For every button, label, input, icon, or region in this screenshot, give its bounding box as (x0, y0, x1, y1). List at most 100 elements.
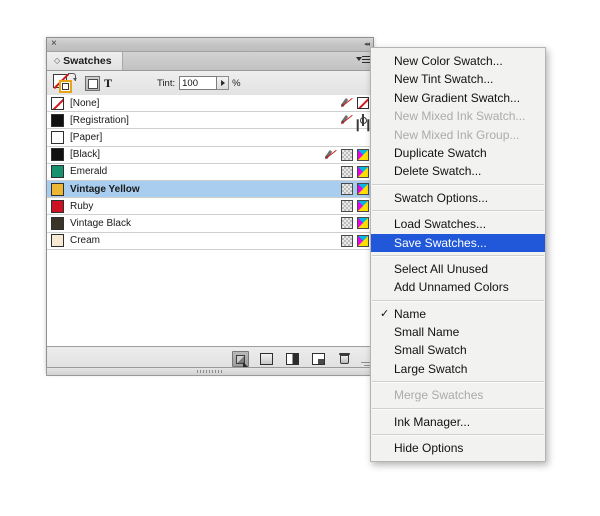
menu-item-label: Add Unnamed Colors (394, 280, 509, 295)
menu-item-label: New Tint Swatch... (394, 72, 494, 87)
menu-item: New Mixed Ink Swatch... (371, 107, 545, 125)
cmyk-color-mode-icon (357, 234, 369, 247)
new-swatch-button[interactable] (310, 351, 327, 367)
close-icon[interactable]: × (51, 38, 57, 50)
menu-item[interactable]: Add Unnamed Colors (371, 278, 545, 296)
swatch-name-label: Vintage Black (70, 217, 131, 229)
menu-item[interactable]: Hide Options (371, 439, 545, 457)
menu-item-label: New Mixed Ink Group... (394, 127, 520, 142)
menu-item[interactable]: Select All Unused (371, 260, 545, 278)
swatch-row-icons (341, 217, 369, 230)
cmyk-color-mode-icon (357, 165, 369, 178)
menu-item[interactable]: Swatch Options... (371, 189, 545, 207)
swatch-name-label: [None] (70, 97, 100, 109)
delete-swatch-button[interactable] (336, 351, 353, 367)
tint-grid-icon (341, 200, 353, 213)
menu-item[interactable]: Small Swatch (371, 341, 545, 359)
menu-item: New Mixed Ink Group... (371, 126, 545, 144)
menu-item-label: Merge Swatches (394, 388, 484, 403)
swatch-color-chip[interactable] (51, 216, 64, 230)
tint-group: Tint: % (157, 76, 241, 90)
swatch-row-icons (341, 182, 369, 195)
tint-label: Tint: (157, 77, 176, 89)
tint-grid-icon (341, 217, 353, 230)
menu-item-label: Name (394, 306, 427, 321)
swatch-color-chip[interactable] (51, 165, 64, 179)
tint-grid-icon (341, 182, 353, 195)
menu-item[interactable]: New Gradient Swatch... (371, 89, 545, 107)
menu-item[interactable]: New Color Swatch... (371, 52, 545, 70)
swatch-name-label: Cream (70, 235, 101, 247)
swatch-row[interactable]: [Registration] (47, 112, 373, 130)
swatch-row[interactable]: Cream (47, 233, 373, 250)
apply-to-container-icon[interactable] (85, 76, 100, 91)
panel-toolbar: T Tint: % (47, 71, 373, 97)
fill-box-icon[interactable] (59, 80, 72, 93)
swatch-color-chip[interactable] (51, 113, 64, 127)
swatch-name-label: Ruby (70, 200, 94, 212)
menu-item[interactable]: Duplicate Swatch (371, 144, 545, 162)
panel-titlebar[interactable]: × ◂◂ (47, 38, 373, 52)
panel-bottom-buttons (232, 351, 353, 367)
menu-item[interactable]: Delete Swatch... (371, 162, 545, 180)
swatch-color-chip[interactable] (51, 234, 64, 248)
tint-input[interactable] (179, 76, 218, 90)
checkmark-icon: ✓ (380, 307, 390, 320)
cmyk-color-mode-icon (357, 148, 369, 161)
menu-item[interactable]: Large Swatch (371, 360, 545, 378)
solid-icon (260, 353, 273, 365)
swatch-name-label: [Paper] (70, 131, 103, 143)
swatch-row-icons (341, 200, 369, 213)
tint-grid-icon (341, 148, 353, 161)
panel-menu-icon[interactable] (356, 55, 370, 67)
cmyk-color-mode-icon (357, 217, 369, 230)
swatch-row[interactable]: Vintage Black (47, 215, 373, 233)
new-icon (312, 353, 325, 365)
tab-swatches[interactable]: ◇ Swatches (47, 52, 123, 70)
panel-drag-strip[interactable] (46, 367, 374, 376)
swatch-color-chip[interactable] (51, 182, 64, 196)
swatch-row[interactable]: [Paper] (47, 129, 373, 147)
swatch-row[interactable]: Ruby (47, 198, 373, 216)
menu-item[interactable]: New Tint Swatch... (371, 70, 545, 88)
panel-tabstrip: ◇ Swatches (47, 52, 373, 71)
menu-separator (372, 210, 544, 213)
menu-item[interactable]: Ink Manager... (371, 413, 545, 431)
swatch-color-chip[interactable] (51, 130, 64, 144)
swatch-color-chip[interactable] (51, 199, 64, 213)
menu-separator (372, 183, 544, 186)
menu-separator (372, 299, 544, 302)
show-color-swatches-button[interactable] (258, 351, 275, 367)
color-theme-button[interactable] (232, 351, 249, 367)
show-gradient-swatches-button[interactable] (284, 351, 301, 367)
swatch-row[interactable]: Vintage Yellow (47, 180, 373, 199)
fill-stroke-proxy[interactable] (53, 73, 77, 94)
swatches-panel-menu[interactable]: New Color Swatch... New Tint Swatch... New… (370, 47, 546, 463)
tab-swatches-label: Swatches (63, 55, 112, 67)
no-edit-pencil-icon (325, 149, 337, 161)
menu-item-label: Select All Unused (394, 261, 489, 276)
swatch-color-chip[interactable] (51, 96, 64, 110)
swatch-color-chip[interactable] (51, 148, 64, 162)
swatch-row[interactable]: [Black] (47, 147, 373, 164)
swatch-row[interactable]: Emerald (47, 164, 373, 181)
swatch-name-label: [Registration] (70, 114, 129, 126)
cmyk-color-mode-icon (357, 200, 369, 213)
swatch-list[interactable]: [None] [Registration] [Paper] [Black] Emeral… (47, 95, 373, 347)
theme-icon (236, 355, 248, 367)
menu-item-label: Ink Manager... (394, 414, 471, 429)
menu-separator (372, 381, 544, 384)
apply-to-text-icon[interactable]: T (103, 77, 113, 90)
menu-item-label: Delete Swatch... (394, 164, 482, 179)
tint-dropdown-arrow-icon[interactable] (217, 76, 230, 90)
swatch-row[interactable]: [None] (47, 95, 373, 113)
cmyk-color-mode-icon (357, 182, 369, 195)
menu-item[interactable]: Small Name (371, 323, 545, 341)
menu-item-label: New Color Swatch... (394, 54, 503, 68)
collapse-to-icons-icon[interactable]: ◂◂ (364, 39, 370, 50)
menu-item[interactable]: Save Swatches... (371, 233, 545, 252)
registration-target-icon (357, 114, 369, 127)
menu-item[interactable]: ✓ Name (371, 305, 545, 323)
tint-grid-icon (341, 234, 353, 247)
menu-item[interactable]: Load Swatches... (371, 215, 545, 233)
